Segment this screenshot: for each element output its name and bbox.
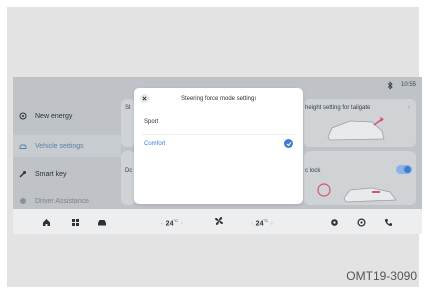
settings-card-steering[interactable]: St bbox=[121, 99, 135, 147]
chevron-left-icon[interactable]: ‹ bbox=[161, 221, 163, 227]
steering-mode-dialog: Steering force mode settingı Sport Comfo… bbox=[134, 88, 303, 204]
sidebar-item-new-energy[interactable]: New energy bbox=[13, 105, 121, 127]
chevron-right-icon: › bbox=[408, 105, 410, 111]
car-icon bbox=[19, 142, 27, 150]
settings-card-tailgate[interactable]: height setting for tailgate › bbox=[304, 99, 416, 147]
chevron-right-icon[interactable]: › bbox=[271, 221, 273, 227]
chevron-right-icon[interactable]: › bbox=[181, 221, 183, 227]
key-icon bbox=[19, 170, 27, 178]
car-icon[interactable] bbox=[97, 217, 107, 227]
lock-toggle[interactable] bbox=[396, 165, 412, 174]
sidebar-item-label: Driver Assistance bbox=[35, 197, 90, 205]
gear-plug-icon bbox=[19, 112, 27, 120]
steering-wheel-icon[interactable] bbox=[356, 217, 366, 227]
fan-icon[interactable] bbox=[213, 215, 225, 227]
figure-caption: OMT19-3090 bbox=[346, 269, 417, 283]
option-comfort[interactable]: Comfort bbox=[134, 134, 303, 154]
settings-icon[interactable] bbox=[329, 217, 339, 227]
infotainment-screen: 10:55 New energy Vehicle settings Smart … bbox=[13, 77, 422, 234]
home-icon[interactable] bbox=[41, 217, 51, 227]
settings-card-door[interactable]: Dc bbox=[121, 151, 135, 205]
status-time: 10:55 bbox=[400, 82, 416, 88]
car-lock-image bbox=[317, 183, 397, 203]
steering-icon bbox=[19, 197, 27, 205]
apps-grid-icon[interactable] bbox=[70, 217, 80, 227]
sidebar-item-label: Vehicle settings bbox=[35, 142, 84, 150]
left-temperature[interactable]: ‹ 24°C› bbox=[158, 218, 186, 227]
sidebar-item-label: Smart key bbox=[35, 170, 67, 178]
sidebar-item-label: New energy bbox=[35, 112, 73, 120]
sidebar: New energy Vehicle settings Smart key Dr… bbox=[13, 99, 121, 205]
bluetooth-icon bbox=[386, 81, 394, 90]
sidebar-item-smart-key[interactable]: Smart key bbox=[13, 163, 121, 185]
bottom-dock: ‹ 24°C› ‹ 24°C› bbox=[13, 209, 422, 234]
right-temperature[interactable]: ‹ 24°C› bbox=[248, 218, 276, 227]
chevron-left-icon[interactable]: ‹ bbox=[251, 221, 253, 227]
dialog-title: Steering force mode settingı bbox=[180, 96, 257, 102]
check-icon bbox=[284, 139, 293, 148]
settings-card-lock[interactable]: c lock bbox=[304, 151, 416, 205]
sidebar-item-vehicle-settings[interactable]: Vehicle settings bbox=[13, 135, 121, 157]
phone-icon[interactable] bbox=[383, 217, 393, 227]
car-tailgate-image bbox=[327, 117, 385, 141]
option-sport[interactable]: Sport bbox=[134, 112, 303, 132]
